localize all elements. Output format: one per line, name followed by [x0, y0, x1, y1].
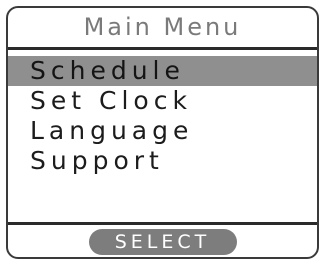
softkey-bar: SELECT: [8, 225, 317, 257]
main-menu-list: Schedule Set Clock Language Support: [8, 56, 317, 176]
menu-item-set-clock[interactable]: Set Clock: [8, 86, 317, 116]
menu-item-language[interactable]: Language: [8, 116, 317, 146]
menu-item-support[interactable]: Support: [8, 146, 317, 176]
page-title: Main Menu: [83, 13, 242, 41]
menu-item-schedule[interactable]: Schedule: [8, 56, 317, 86]
select-button[interactable]: SELECT: [88, 229, 237, 255]
header-divider: [8, 47, 317, 50]
title-bar: Main Menu: [8, 8, 317, 46]
device-screen: Main Menu Schedule Set Clock Language Su…: [6, 6, 319, 259]
